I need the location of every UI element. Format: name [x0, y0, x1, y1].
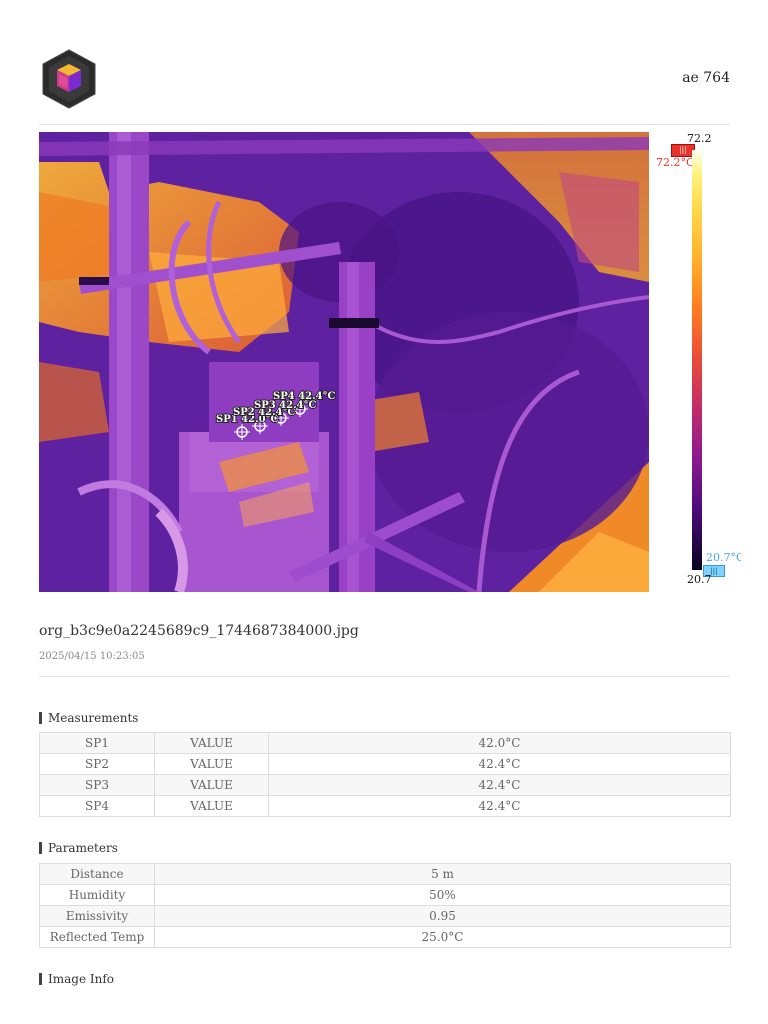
parameter-name: Reflected Temp	[39, 926, 155, 948]
thermal-image: SP1 42.0°C SP2 42.4°C SP3 42.4°C SP4 42.…	[39, 132, 649, 592]
parameter-value: 25.0°C	[154, 926, 731, 948]
measurement-value: 42.4°C	[268, 795, 731, 817]
measurement-value: 42.4°C	[268, 774, 731, 796]
measurements-table: SP1 VALUE 42.0°C SP2 VALUE 42.4°C SP3 VA…	[39, 732, 731, 817]
image-info-title: Image Info	[39, 973, 114, 985]
measurement-type: VALUE	[154, 753, 269, 775]
table-row: Humidity 50%	[39, 884, 731, 906]
cube-logo-icon	[41, 48, 97, 110]
parameter-name: Humidity	[39, 884, 155, 906]
divider	[39, 676, 730, 677]
measurements-title: Measurements	[39, 712, 138, 724]
measurement-type: VALUE	[154, 732, 269, 754]
table-row: SP1 VALUE 42.0°C	[39, 732, 731, 754]
parameter-value: 5 m	[154, 863, 731, 885]
table-row: SP4 VALUE 42.4°C	[39, 795, 731, 817]
spot-label-sp4: SP4 42.4°C	[273, 391, 336, 402]
parameter-name: Emissivity	[39, 905, 155, 927]
color-scale: 72.2 ||| 72.2°C 20.7°C ||| 20.7	[655, 132, 745, 592]
divider	[39, 124, 730, 125]
measurement-type: VALUE	[154, 774, 269, 796]
scale-min-value: 20.7	[687, 573, 712, 586]
high-temp-marker-label: 72.2°C	[656, 156, 695, 169]
table-row: Emissivity 0.95	[39, 905, 731, 927]
measurement-type: VALUE	[154, 795, 269, 817]
parameters-title: Parameters	[39, 842, 118, 854]
capture-datetime: 2025/04/15 10:23:05	[39, 651, 145, 662]
measurement-value: 42.4°C	[268, 753, 731, 775]
color-scale-bar	[692, 150, 702, 570]
table-row: Distance 5 m	[39, 863, 731, 885]
table-row: Reflected Temp 25.0°C	[39, 926, 731, 948]
low-temp-marker-label: 20.7°C	[706, 551, 741, 564]
measurement-name: SP3	[39, 774, 155, 796]
file-name: org_b3c9e0a2245689c9_1744687384000.jpg	[39, 623, 359, 639]
measurement-value: 42.0°C	[268, 732, 731, 754]
measurement-name: SP4	[39, 795, 155, 817]
parameter-name: Distance	[39, 863, 155, 885]
parameter-value: 0.95	[154, 905, 731, 927]
table-row: SP3 VALUE 42.4°C	[39, 774, 731, 796]
device-name: ae 764	[682, 70, 730, 86]
measurement-name: SP1	[39, 732, 155, 754]
table-row: SP2 VALUE 42.4°C	[39, 753, 731, 775]
report-header: ae 764	[39, 40, 730, 124]
measurement-name: SP2	[39, 753, 155, 775]
parameter-value: 50%	[154, 884, 731, 906]
parameters-table: Distance 5 m Humidity 50% Emissivity 0.9…	[39, 863, 731, 948]
